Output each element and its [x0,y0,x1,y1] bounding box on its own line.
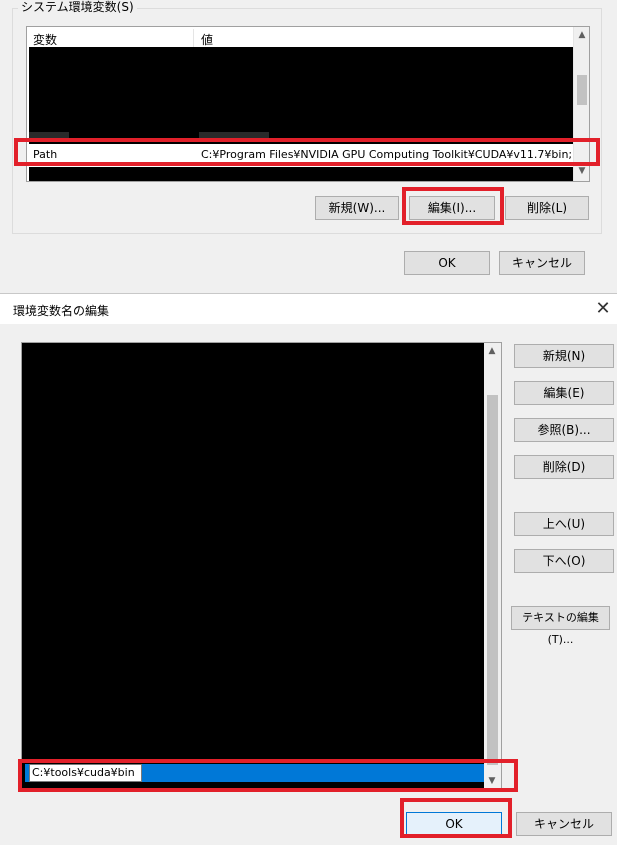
ok-button[interactable]: OK [404,251,490,275]
group-title: システム環境変数(S) [18,0,137,14]
cancel-button[interactable]: キャンセル [499,251,585,275]
dialog-title: 環境変数名の編集 [13,304,110,318]
move-up-button[interactable]: 上へ(U) [514,512,614,536]
delete-entry-button[interactable]: 削除(D) [514,455,614,479]
chevron-up-icon[interactable]: ▲ [484,343,500,359]
edit-environment-variable-dialog: 環境変数名の編集 ✕ ▲ ▼ C:¥tools¥cuda¥bin 新規(N) 編… [0,293,617,845]
column-header-variable[interactable]: 変数 [33,31,57,48]
delete-variable-button[interactable]: 削除(L) [505,196,589,220]
browse-button[interactable]: 参照(B)... [514,418,614,442]
redacted-rows [29,167,573,181]
dialog-cancel-button[interactable]: キャンセル [516,812,612,836]
scrollbar-thumb[interactable] [487,395,498,765]
new-entry-button[interactable]: 新規(N) [514,344,614,368]
close-icon[interactable]: ✕ [590,296,616,322]
scrollbar-thumb[interactable] [577,75,587,105]
entries-scrollbar[interactable]: ▲ ▼ [484,343,501,791]
highlight-box-path-row [14,138,600,166]
highlight-box-edit-button [402,187,504,225]
new-variable-button[interactable]: 新規(W)... [315,196,399,220]
highlight-box-ok-button [400,798,512,838]
dialog-titlebar[interactable]: 環境変数名の編集 ✕ [0,294,617,324]
column-divider[interactable] [193,29,194,47]
move-down-button[interactable]: 下へ(O) [514,549,614,573]
system-environment-variables-window: システム環境変数(S) 変数 値 Path C:¥Program Files¥N… [0,0,617,292]
highlight-box-entry-input [18,759,518,792]
redacted-rows [29,47,573,144]
edit-text-button[interactable]: テキストの編集(T)... [511,606,610,646]
column-header-value[interactable]: 値 [201,31,213,48]
chevron-up-icon[interactable]: ▲ [574,27,589,43]
path-entries-list[interactable] [21,342,502,792]
edit-entry-button[interactable]: 編集(E) [514,381,614,405]
